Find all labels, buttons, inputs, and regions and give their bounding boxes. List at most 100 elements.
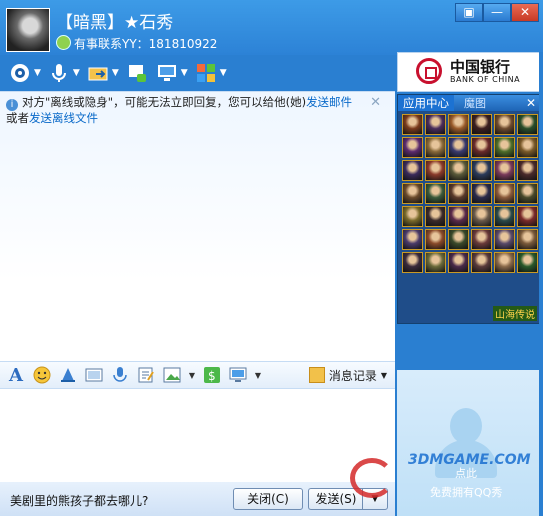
- watermark-logo-icon: [350, 458, 394, 498]
- game-character-tile[interactable]: [517, 183, 538, 204]
- game-character-tile[interactable]: [425, 252, 446, 273]
- bank-advertisement[interactable]: 中国银行 BANK OF CHINA: [397, 52, 541, 92]
- game-character-tile[interactable]: [425, 160, 446, 181]
- message-history-button[interactable]: 消息记录 ▼: [308, 367, 387, 384]
- close-panel-icon[interactable]: ✕: [526, 96, 536, 110]
- microphone-icon: [47, 61, 71, 85]
- chevron-down-icon[interactable]: ▼: [188, 365, 196, 385]
- game-character-tile[interactable]: [448, 229, 469, 250]
- ad-text-link[interactable]: 美剧里的熊孩子都去哪儿?: [10, 492, 148, 509]
- game-character-tile[interactable]: [402, 114, 423, 135]
- game-character-tile[interactable]: [448, 114, 469, 135]
- sms-button[interactable]: [125, 61, 149, 85]
- game-character-tile[interactable]: [448, 252, 469, 273]
- bottom-bar: 美剧里的熊孩子都去哪儿? 关闭(C) 发送(S) ▼: [0, 482, 395, 516]
- screenshot-icon[interactable]: [228, 365, 248, 385]
- game-character-tile[interactable]: [517, 160, 538, 181]
- notice-text: 对方"离线或隐身"，可能无法立即回复，您可以给他(她): [22, 95, 307, 109]
- sms-icon: [125, 61, 149, 85]
- game-character-tile[interactable]: [402, 252, 423, 273]
- game-character-tile[interactable]: [494, 229, 515, 250]
- game-character-tile[interactable]: [517, 229, 538, 250]
- remote-assist-button[interactable]: ▼: [155, 61, 188, 85]
- game-character-tile[interactable]: [448, 183, 469, 204]
- game-character-tile[interactable]: [425, 206, 446, 227]
- history-icon: [308, 367, 325, 383]
- game-character-tile[interactable]: [494, 206, 515, 227]
- game-character-tile[interactable]: [471, 183, 492, 204]
- game-character-tile[interactable]: [448, 206, 469, 227]
- game-character-tile[interactable]: [517, 114, 538, 135]
- game-character-tile[interactable]: [402, 183, 423, 204]
- message-area[interactable]: i 对方"离线或隐身"，可能无法立即回复，您可以给他(她)发送邮件或者发送离线文件…: [0, 91, 395, 362]
- game-character-tile[interactable]: [425, 229, 446, 250]
- status-icon: [56, 35, 71, 50]
- game-character-tile[interactable]: [471, 137, 492, 158]
- avatar[interactable]: [6, 8, 50, 52]
- voice-call-button[interactable]: ▼: [47, 61, 80, 85]
- apps-grid-icon: [194, 61, 218, 85]
- game-character-tile[interactable]: [471, 114, 492, 135]
- chevron-down-icon[interactable]: ▼: [181, 68, 188, 78]
- minimize-button[interactable]: —: [483, 3, 511, 22]
- game-character-tile[interactable]: [494, 252, 515, 273]
- game-character-tile[interactable]: [494, 137, 515, 158]
- game-character-tile[interactable]: [471, 252, 492, 273]
- game-character-tile[interactable]: [448, 160, 469, 181]
- voice-message-icon[interactable]: [110, 365, 130, 385]
- game-character-tile[interactable]: [448, 137, 469, 158]
- title-bar: 【暗黑】★石秀 有事联系YY：181810922 ▣ — ✕: [0, 0, 543, 55]
- game-character-tile[interactable]: [471, 160, 492, 181]
- image-icon[interactable]: [162, 365, 182, 385]
- game-character-tile[interactable]: [517, 252, 538, 273]
- game-character-tile[interactable]: [402, 206, 423, 227]
- game-character-tile[interactable]: [402, 160, 423, 181]
- video-clip-icon[interactable]: [84, 365, 104, 385]
- game-character-tile[interactable]: [494, 114, 515, 135]
- chevron-down-icon[interactable]: ▼: [34, 68, 41, 78]
- game-character-tile[interactable]: [471, 206, 492, 227]
- app-center-header: 应用中心 魔图 ✕: [398, 95, 540, 111]
- emoji-icon[interactable]: [32, 365, 52, 385]
- tab-motu[interactable]: 魔图: [464, 95, 486, 111]
- game-character-tile[interactable]: [402, 137, 423, 158]
- window-controls: ▣ — ✕: [455, 3, 539, 22]
- game-character-tile[interactable]: [425, 137, 446, 158]
- game-character-tile[interactable]: [425, 114, 446, 135]
- game-character-tile[interactable]: [402, 229, 423, 250]
- avatar-silhouette-head: [450, 408, 482, 444]
- send-mail-link[interactable]: 发送邮件: [306, 95, 352, 109]
- chevron-down-icon[interactable]: ▼: [254, 365, 262, 385]
- close-window-button[interactable]: ✕: [511, 3, 539, 22]
- money-transfer-icon[interactable]: $: [202, 365, 222, 385]
- game-character-tile[interactable]: [471, 229, 492, 250]
- note-icon[interactable]: [136, 365, 156, 385]
- chat-toolbar: ▼ ▼ ▼ ▼ ▼: [0, 56, 397, 90]
- bank-name-cn: 中国银行: [450, 58, 511, 76]
- site-watermark: 3DMGAME.COM: [350, 448, 540, 506]
- send-offline-file-link[interactable]: 发送离线文件: [29, 111, 98, 125]
- send-file-button[interactable]: ▼: [86, 61, 119, 85]
- game-character-tile[interactable]: [425, 183, 446, 204]
- message-input[interactable]: [0, 389, 395, 482]
- game-character-tile[interactable]: [494, 183, 515, 204]
- bank-of-china-logo-icon: [416, 58, 442, 84]
- close-button[interactable]: 关闭(C): [233, 488, 303, 510]
- remote-desktop-icon: [155, 61, 179, 85]
- tab-app-center[interactable]: 应用中心: [398, 95, 454, 111]
- game-title[interactable]: 山海传说: [493, 306, 537, 321]
- video-call-button[interactable]: ▼: [8, 61, 41, 85]
- chevron-down-icon[interactable]: ▼: [220, 68, 227, 78]
- restore-button[interactable]: ▣: [455, 3, 483, 22]
- close-notice-icon[interactable]: ✕: [370, 95, 381, 110]
- game-character-tile[interactable]: [517, 206, 538, 227]
- apps-button[interactable]: ▼: [194, 61, 227, 85]
- font-icon[interactable]: A: [6, 365, 26, 386]
- game-character-tile[interactable]: [517, 137, 538, 158]
- svg-text:$: $: [208, 369, 216, 383]
- shake-window-icon[interactable]: [58, 365, 78, 385]
- game-ad-grid[interactable]: [398, 111, 540, 273]
- chevron-down-icon[interactable]: ▼: [112, 68, 119, 78]
- game-character-tile[interactable]: [494, 160, 515, 181]
- chevron-down-icon[interactable]: ▼: [73, 68, 80, 78]
